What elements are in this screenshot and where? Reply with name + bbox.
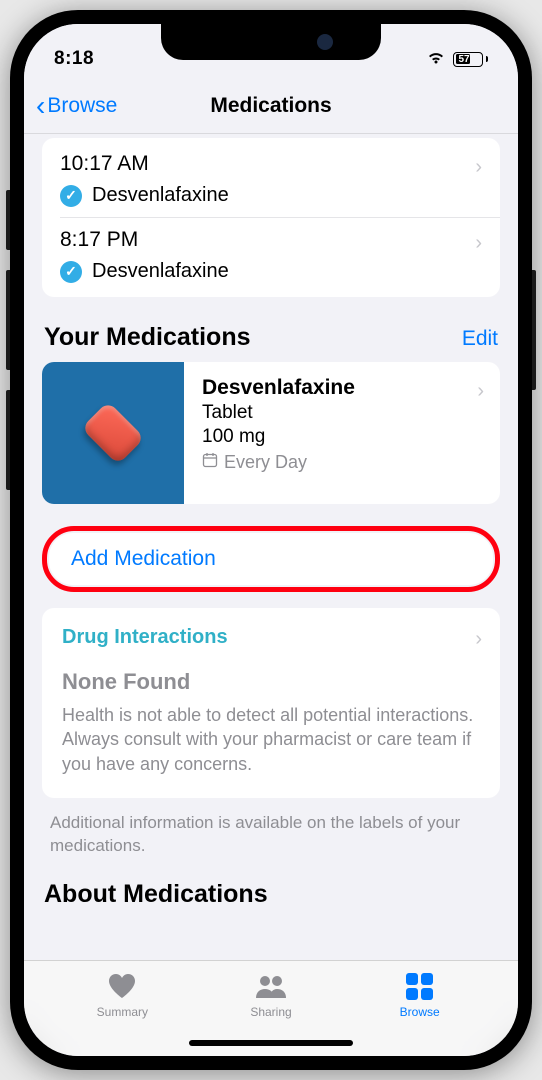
nav-header: ‹ Browse Medications <box>24 78 518 134</box>
drug-interactions-card[interactable]: Drug Interactions › None Found Health is… <box>42 608 500 798</box>
schedule-time: 8:17 PM <box>60 228 482 252</box>
chevron-left-icon: ‹ <box>36 90 45 122</box>
add-medication-highlight: Add Medication <box>42 526 500 592</box>
tab-label: Sharing <box>250 1005 291 1019</box>
edit-button[interactable]: Edit <box>462 327 498 351</box>
tab-summary[interactable]: Summary <box>48 969 197 1056</box>
wifi-icon <box>426 49 446 70</box>
footnote: Additional information is available on t… <box>24 798 518 866</box>
battery-icon: 57 <box>453 52 488 67</box>
grid-icon <box>406 969 433 1003</box>
med-name: Desvenlafaxine <box>202 376 482 400</box>
section-title: Your Medications <box>44 323 251 352</box>
interactions-desc: Health is not able to detect all potenti… <box>62 703 480 776</box>
pill-icon <box>42 362 184 504</box>
page-title: Medications <box>210 94 331 118</box>
schedule-item[interactable]: 8:17 PM ✓ Desvenlafaxine › <box>42 218 500 293</box>
notch <box>161 24 381 60</box>
status-time: 8:18 <box>54 48 94 70</box>
back-button[interactable]: ‹ Browse <box>36 90 117 122</box>
interactions-title: Drug Interactions <box>62 626 480 649</box>
schedule-item[interactable]: 10:17 AM ✓ Desvenlafaxine › <box>42 142 500 217</box>
tab-label: Browse <box>400 1005 440 1019</box>
your-meds-header: Your Medications Edit <box>24 297 518 362</box>
home-indicator[interactable] <box>189 1040 353 1046</box>
heart-icon <box>107 969 137 1003</box>
add-medication-button[interactable]: Add Medication <box>49 533 493 585</box>
schedule-med-name: Desvenlafaxine <box>92 184 229 207</box>
schedule-med-name: Desvenlafaxine <box>92 260 229 283</box>
med-form: Tablet <box>202 402 482 424</box>
back-label: Browse <box>47 94 117 118</box>
med-dose: 100 mg <box>202 426 482 448</box>
about-medications-title: About Medications <box>24 866 518 909</box>
check-circle-icon: ✓ <box>60 261 82 283</box>
chevron-right-icon: › <box>475 628 482 651</box>
schedule-time: 10:17 AM <box>60 152 482 176</box>
content-area[interactable]: 10:17 AM ✓ Desvenlafaxine › 8:17 PM ✓ De… <box>24 134 518 960</box>
tab-label: Summary <box>97 1005 148 1019</box>
interactions-status: None Found <box>62 669 480 695</box>
people-icon <box>253 969 289 1003</box>
chevron-right-icon: › <box>477 380 484 403</box>
add-med-label: Add Medication <box>71 547 216 570</box>
phone-frame: 8:18 57 ‹ Browse Medications <box>10 10 532 1070</box>
screen: 8:18 57 ‹ Browse Medications <box>24 24 518 1056</box>
chevron-right-icon: › <box>475 232 482 255</box>
schedule-card: 10:17 AM ✓ Desvenlafaxine › 8:17 PM ✓ De… <box>42 138 500 297</box>
chevron-right-icon: › <box>475 156 482 179</box>
tab-browse[interactable]: Browse <box>345 969 494 1056</box>
med-frequency: Every Day <box>224 452 307 473</box>
medication-card[interactable]: Desvenlafaxine Tablet 100 mg Every Day › <box>42 362 500 504</box>
calendar-icon <box>202 452 218 473</box>
check-circle-icon: ✓ <box>60 185 82 207</box>
